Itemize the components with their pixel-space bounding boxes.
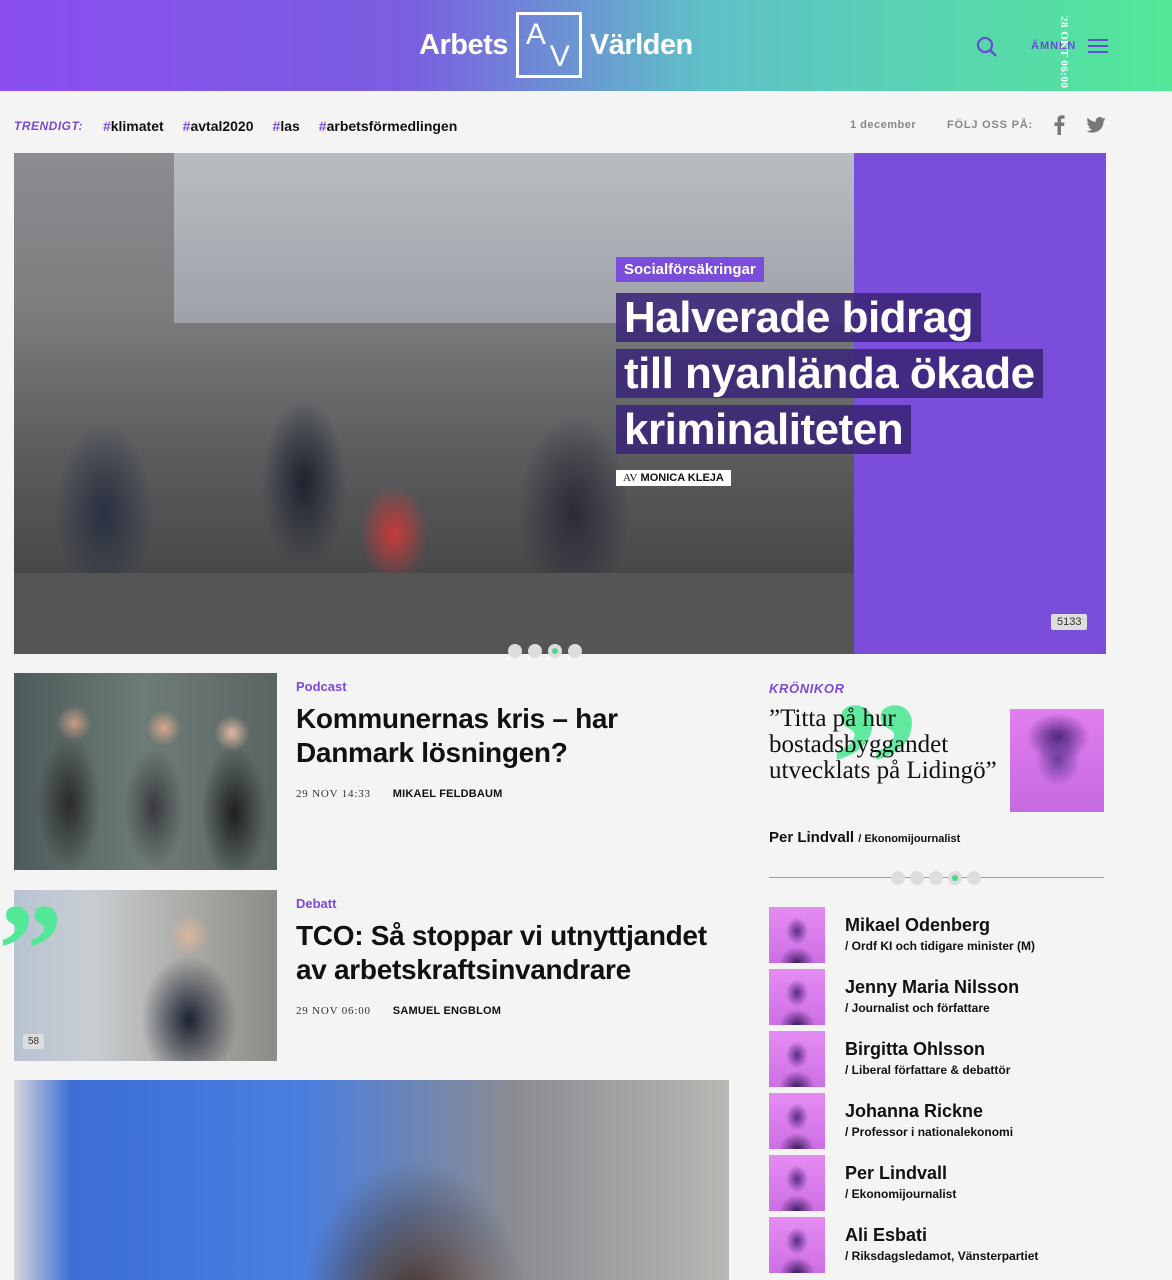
- quote-mark-icon: ”: [0, 878, 63, 1022]
- kronika-author-name: Per Lindvall: [769, 829, 855, 846]
- article-meta: 29 NOV 06:00 SAMUEL ENGBLOM: [296, 1005, 726, 1017]
- hero-title[interactable]: Halverade bidrag till nyanlända ökade kr…: [616, 290, 1096, 458]
- slide-dot[interactable]: [967, 871, 981, 885]
- article-card[interactable]: 58 ” Debatt TCO: Så stoppar vi utnyttjan…: [0, 885, 729, 1061]
- slide-dot-active[interactable]: [948, 871, 962, 885]
- site-logo[interactable]: Arbets A V Världen: [419, 12, 693, 78]
- article-category[interactable]: Podcast: [296, 679, 726, 694]
- kronika-author-role: / Ekonomijournalist: [858, 833, 961, 845]
- slide-dot[interactable]: [528, 644, 542, 658]
- byline-author: MONICA KLEJA: [640, 472, 724, 484]
- hero-title-line: kriminaliteten: [616, 405, 912, 454]
- avatar: [769, 969, 825, 1025]
- avatar: [769, 907, 825, 963]
- article-card[interactable]: Podcast Kommunernas kris – har Danmark l…: [14, 673, 729, 870]
- current-date: 1 december: [850, 119, 917, 131]
- article-body: Podcast Kommunernas kris – har Danmark l…: [296, 679, 726, 800]
- trending-tag[interactable]: #avtal2020: [183, 118, 254, 134]
- hero-pagination: [508, 644, 588, 658]
- article-author[interactable]: MIKAEL FELDBAUM: [393, 788, 503, 800]
- trending-tag[interactable]: #las: [273, 118, 300, 134]
- kronikor-pagination: [891, 871, 986, 885]
- columnist-item[interactable]: Jenny Maria Nilsson / Journalist och för…: [769, 969, 1104, 1025]
- article-category[interactable]: Debatt: [296, 896, 726, 911]
- columnist-role: / Ekonomijournalist: [845, 1187, 957, 1201]
- columnist-role: / Liberal författare & debattör: [845, 1063, 1011, 1077]
- hero-date: 28 OKT 06:00: [1058, 16, 1070, 89]
- avatar: [769, 1155, 825, 1211]
- kronika-author-photo[interactable]: [1010, 709, 1104, 812]
- avatar: [769, 1031, 825, 1087]
- follow-us-label: FÖLJ OSS PÅ:: [947, 119, 1033, 131]
- hero-category[interactable]: Socialförsäkringar: [616, 257, 764, 282]
- columnist-name: Birgitta Ohlsson: [845, 1039, 986, 1059]
- trending-label: TRENDIGT:: [14, 119, 83, 133]
- kronika-author[interactable]: Per Lindvall / Ekonomijournalist: [769, 829, 960, 846]
- hero-image-platform: [14, 573, 854, 654]
- trending-tag[interactable]: #arbetsförmedlingen: [319, 118, 458, 134]
- columnist-name: Per Lindvall: [845, 1163, 948, 1183]
- hero-title-line: till nyanlända ökade: [616, 349, 1043, 398]
- article-date: 29 NOV 14:33: [296, 788, 371, 800]
- hero-title-line: Halverade bidrag: [616, 293, 982, 342]
- columnist-item[interactable]: Per Lindvall / Ekonomijournalist: [769, 1155, 1104, 1211]
- columnist-role: / Professor i nationalekonomi: [845, 1125, 1014, 1139]
- slide-dot[interactable]: [910, 871, 924, 885]
- article-author[interactable]: SAMUEL ENGBLOM: [393, 1005, 501, 1017]
- columnist-item[interactable]: Ali Esbati / Riksdagsledamot, Vänsterpar…: [769, 1217, 1104, 1273]
- slide-dot[interactable]: [929, 871, 943, 885]
- article-date: 29 NOV 06:00: [296, 1005, 371, 1017]
- comment-count-badge: 58: [23, 1034, 45, 1049]
- byline-prefix: AV: [623, 472, 638, 484]
- slide-dot-active[interactable]: [548, 644, 562, 658]
- facebook-icon[interactable]: [1052, 115, 1066, 135]
- logo-mark: A V: [515, 12, 582, 78]
- hero-byline[interactable]: AV MONICA KLEJA: [616, 470, 731, 486]
- columnist-name: Johanna Rickne: [845, 1101, 984, 1121]
- avatar: [769, 1217, 825, 1273]
- kronika-quote[interactable]: ”Titta på hur bostadsbyggandet utvecklat…: [769, 706, 999, 784]
- comment-count-badge: 5133: [1051, 614, 1088, 630]
- avatar: [769, 1093, 825, 1149]
- columnist-role: / Journalist och författare: [845, 1001, 990, 1015]
- logo-letter-a: A: [525, 18, 546, 51]
- hero-slideshow[interactable]: Socialförsäkringar Halverade bidrag till…: [14, 153, 1106, 654]
- article-title[interactable]: Kommunernas kris – har Danmark lösningen…: [296, 702, 726, 770]
- logo-letter-v: V: [549, 40, 570, 73]
- columnist-item[interactable]: Mikael Odenberg / Ordf KI och tidigare m…: [769, 907, 1104, 963]
- slide-dot[interactable]: [568, 644, 582, 658]
- columnist-item[interactable]: Johanna Rickne / Professor i nationaleko…: [769, 1093, 1104, 1149]
- tag-text: arbetsförmedlingen: [326, 118, 458, 134]
- tag-text: las: [280, 118, 300, 134]
- article-meta: 29 NOV 14:33 MIKAEL FELDBAUM: [296, 788, 726, 800]
- twitter-icon[interactable]: [1086, 117, 1106, 133]
- trending-bar: TRENDIGT: #klimatet #avtal2020 #las #arb…: [14, 115, 1106, 137]
- logo-word-left: Arbets: [419, 28, 508, 61]
- search-icon[interactable]: [975, 35, 999, 59]
- columnist-name: Ali Esbati: [845, 1225, 928, 1245]
- logo-word-right: Världen: [589, 28, 693, 61]
- tag-text: avtal2020: [190, 118, 254, 134]
- hero-text[interactable]: Socialförsäkringar Halverade bidrag till…: [616, 257, 1096, 486]
- slide-dot[interactable]: [508, 644, 522, 658]
- article-image-large[interactable]: [14, 1080, 729, 1280]
- article-image[interactable]: [14, 673, 277, 870]
- columnist-item[interactable]: Birgitta Ohlsson / Liberal författare & …: [769, 1031, 1104, 1087]
- article-body: Debatt TCO: Så stoppar vi utnyttjandet a…: [296, 896, 726, 1017]
- columnist-role: / Ordf KI och tidigare minister (M): [845, 939, 1036, 953]
- site-header: Arbets A V Världen ÄMNEN: [0, 0, 1172, 91]
- article-title[interactable]: TCO: Så stoppar vi utnyttjandet av arbet…: [296, 919, 726, 987]
- columnist-name: Mikael Odenberg: [845, 915, 991, 935]
- hamburger-icon: [1088, 39, 1109, 53]
- slide-dot[interactable]: [891, 871, 905, 885]
- trending-tag[interactable]: #klimatet: [103, 118, 164, 134]
- tag-text: klimatet: [110, 118, 164, 134]
- columnist-role: / Riksdagsledamot, Vänsterpartiet: [845, 1249, 1039, 1263]
- columnist-name: Jenny Maria Nilsson: [845, 977, 1020, 997]
